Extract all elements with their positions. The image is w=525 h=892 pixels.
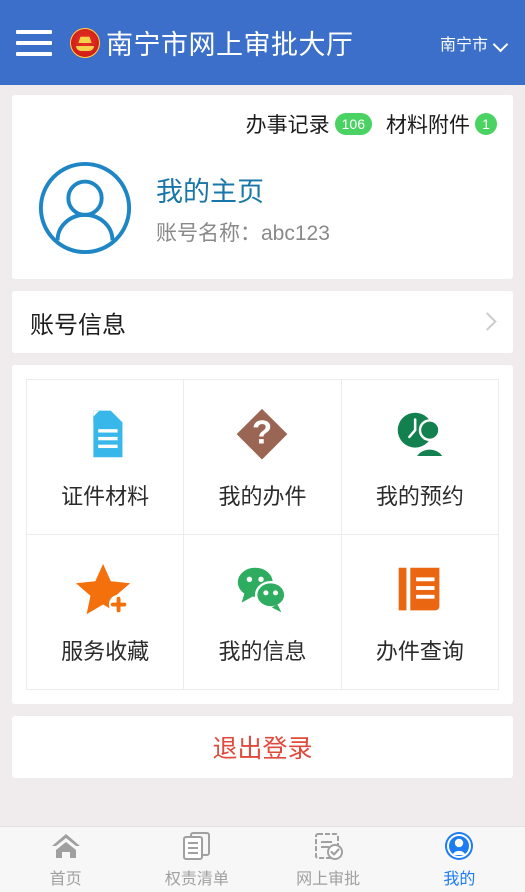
chat-bubbles-icon <box>238 567 287 613</box>
star-plus-icon <box>76 563 131 615</box>
grid-item-appointments[interactable]: 我的预约 <box>341 380 499 535</box>
tab-mine-label: 我的 <box>443 871 476 888</box>
city-selector[interactable]: 南宁市 <box>440 31 509 55</box>
stat-records[interactable]: 办事记录 106 <box>246 109 372 139</box>
user-avatar-icon[interactable] <box>36 159 134 257</box>
hamburger-bar-2 <box>16 40 52 45</box>
stat-attachments[interactable]: 材料附件 1 <box>386 109 497 139</box>
grid-item-documents-label: 证件材料 <box>61 484 150 509</box>
stat-attachments-badge: 1 <box>475 113 497 135</box>
grid-item-messages-label: 我的信息 <box>218 639 307 664</box>
clock-person-icon <box>397 412 446 459</box>
home-icon <box>51 834 80 858</box>
shortcut-grid: 证件材料 ? 我的办件 我的预约 服务收藏 我的信息 办件查询 <box>26 379 499 690</box>
tab-home-label: 首页 <box>49 871 82 888</box>
app-header: 南宁市网上审批大厅 南宁市 <box>0 0 525 85</box>
account-info-row[interactable]: 账号信息 <box>12 291 513 353</box>
question-diamond-icon: ? <box>237 408 288 460</box>
grid-item-messages[interactable]: 我的信息 <box>184 535 342 690</box>
main-content: 办事记录 106 材料附件 1 我的主页 账号名称：abc123 账号信息 证件… <box>0 85 525 826</box>
hamburger-bar-3 <box>16 51 52 56</box>
profile-row: 我的主页 账号名称：abc123 <box>26 159 499 257</box>
profile-text: 我的主页 账号名称：abc123 <box>156 170 330 247</box>
stat-records-label: 办事记录 <box>245 114 330 137</box>
tab-home[interactable]: 首页 <box>0 827 131 892</box>
city-label: 南宁市 <box>439 36 488 54</box>
profile-name: 我的主页 <box>156 176 264 207</box>
logout-label: 退出登录 <box>212 735 313 763</box>
stats-row: 办事记录 106 材料附件 1 <box>26 109 499 139</box>
tab-authority-list-label: 权责清单 <box>164 871 229 888</box>
stat-attachments-label: 材料附件 <box>386 114 470 137</box>
chevron-right-icon <box>481 315 495 329</box>
hamburger-bar-1 <box>16 29 52 34</box>
grid-item-case-query-label: 办件查询 <box>375 639 464 664</box>
grid-item-documents[interactable]: 证件材料 <box>27 380 185 535</box>
profile-account: 账号名称：abc123 <box>156 221 330 245</box>
grid-item-favorites-label: 服务收藏 <box>61 639 150 664</box>
app-screen: 南宁市网上审批大厅 南宁市 办事记录 106 材料附件 1 我的主页 账号名称：… <box>0 0 525 892</box>
national-emblem-icon <box>70 27 100 58</box>
svg-text:?: ? <box>252 414 272 451</box>
account-info-label: 账号信息 <box>30 311 126 339</box>
logout-button[interactable]: 退出登录 <box>12 716 513 778</box>
tab-authority-list[interactable]: 权责清单 <box>131 827 262 892</box>
shortcut-grid-card: 证件材料 ? 我的办件 我的预约 服务收藏 我的信息 办件查询 <box>12 365 513 704</box>
grid-item-favorites[interactable]: 服务收藏 <box>27 535 185 690</box>
book-icon <box>398 567 440 611</box>
grid-item-my-cases-label: 我的办件 <box>218 484 307 509</box>
tab-mine[interactable]: 我的 <box>394 827 525 892</box>
grid-item-case-query[interactable]: 办件查询 <box>341 535 499 690</box>
tab-online-approval[interactable]: 网上审批 <box>263 827 394 892</box>
clipboard-check-icon <box>315 833 344 860</box>
app-title: 南宁市网上审批大厅 <box>106 30 354 60</box>
chevron-down-icon <box>494 39 507 47</box>
stat-records-badge: 106 <box>334 113 372 135</box>
hamburger-icon[interactable] <box>16 29 52 56</box>
grid-item-my-cases[interactable]: ? 我的办件 <box>184 380 342 535</box>
list-document-icon <box>182 832 210 860</box>
tab-online-approval-label: 网上审批 <box>296 871 361 888</box>
user-circle-icon <box>445 832 474 860</box>
document-icon <box>93 410 123 458</box>
profile-card: 办事记录 106 材料附件 1 我的主页 账号名称：abc123 <box>12 95 513 279</box>
bottom-tab-bar: 首页 权责清单 网上审批 我的 <box>0 826 525 892</box>
grid-item-appointments-label: 我的预约 <box>375 484 464 509</box>
